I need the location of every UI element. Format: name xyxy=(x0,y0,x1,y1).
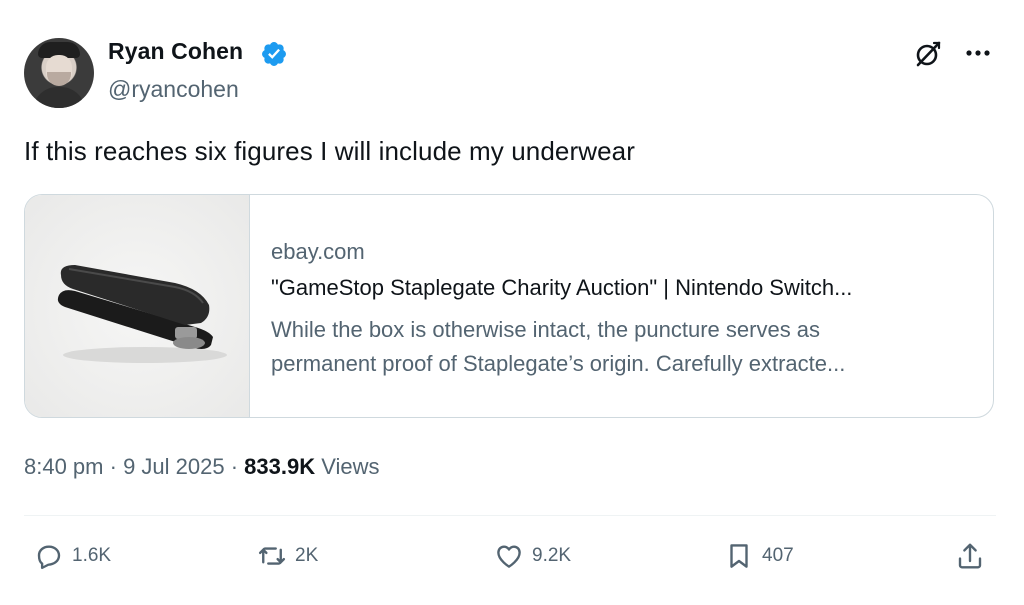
avatar[interactable] xyxy=(24,38,94,108)
divider xyxy=(24,515,996,516)
share-icon xyxy=(958,543,982,569)
bookmark-button[interactable]: 407 xyxy=(724,538,794,574)
card-title: "GameStop Staplegate Charity Auction" | … xyxy=(271,275,853,300)
repost-icon xyxy=(258,547,286,565)
like-button[interactable]: 9.2K xyxy=(494,538,571,574)
reply-button[interactable]: 1.6K xyxy=(34,538,111,574)
like-count: 9.2K xyxy=(532,545,572,566)
card-domain: ebay.com xyxy=(271,239,365,264)
stapler-image xyxy=(25,195,249,417)
card-description-line-1: While the box is otherwise intact, the p… xyxy=(271,317,821,342)
user-handle[interactable]: @ryancohen xyxy=(108,76,239,103)
card-thumbnail[interactable] xyxy=(25,195,250,417)
repost-count: 2K xyxy=(295,545,319,566)
display-name[interactable]: Ryan Cohen xyxy=(108,38,243,65)
views-count[interactable]: 833.9K xyxy=(244,454,315,479)
reply-count: 1.6K xyxy=(72,545,112,566)
tweet-date[interactable]: 9 Jul 2025 xyxy=(123,454,225,479)
bookmark-count: 407 xyxy=(762,545,794,566)
tweet-text: If this reaches six figures I will inclu… xyxy=(24,136,635,166)
tweet-time[interactable]: 8:40 pm xyxy=(24,454,104,479)
views-label[interactable]: Views xyxy=(315,454,379,479)
card-description-line-2: permanent proof of Staplegate’s origin. … xyxy=(271,351,846,376)
more-icon[interactable] xyxy=(962,38,994,68)
like-icon xyxy=(497,545,521,568)
meta-separator: · xyxy=(103,454,124,479)
reply-icon xyxy=(37,545,61,570)
share-button[interactable] xyxy=(955,538,985,574)
repost-button[interactable]: 2K xyxy=(257,538,318,574)
meta-separator: · xyxy=(224,454,245,479)
avatar-shirt xyxy=(33,87,85,108)
grok-icon[interactable] xyxy=(914,40,942,68)
bookmark-icon xyxy=(730,544,748,568)
link-card[interactable]: ebay.com "GameStop Staplegate Charity Au… xyxy=(24,194,994,418)
verified-badge-icon xyxy=(262,42,286,66)
avatar-beard xyxy=(47,72,71,86)
tweet-meta: 8:40 pm · 9 Jul 2025 · 833.9K Views xyxy=(24,454,380,480)
card-description: While the box is otherwise intact, the p… xyxy=(271,313,971,381)
